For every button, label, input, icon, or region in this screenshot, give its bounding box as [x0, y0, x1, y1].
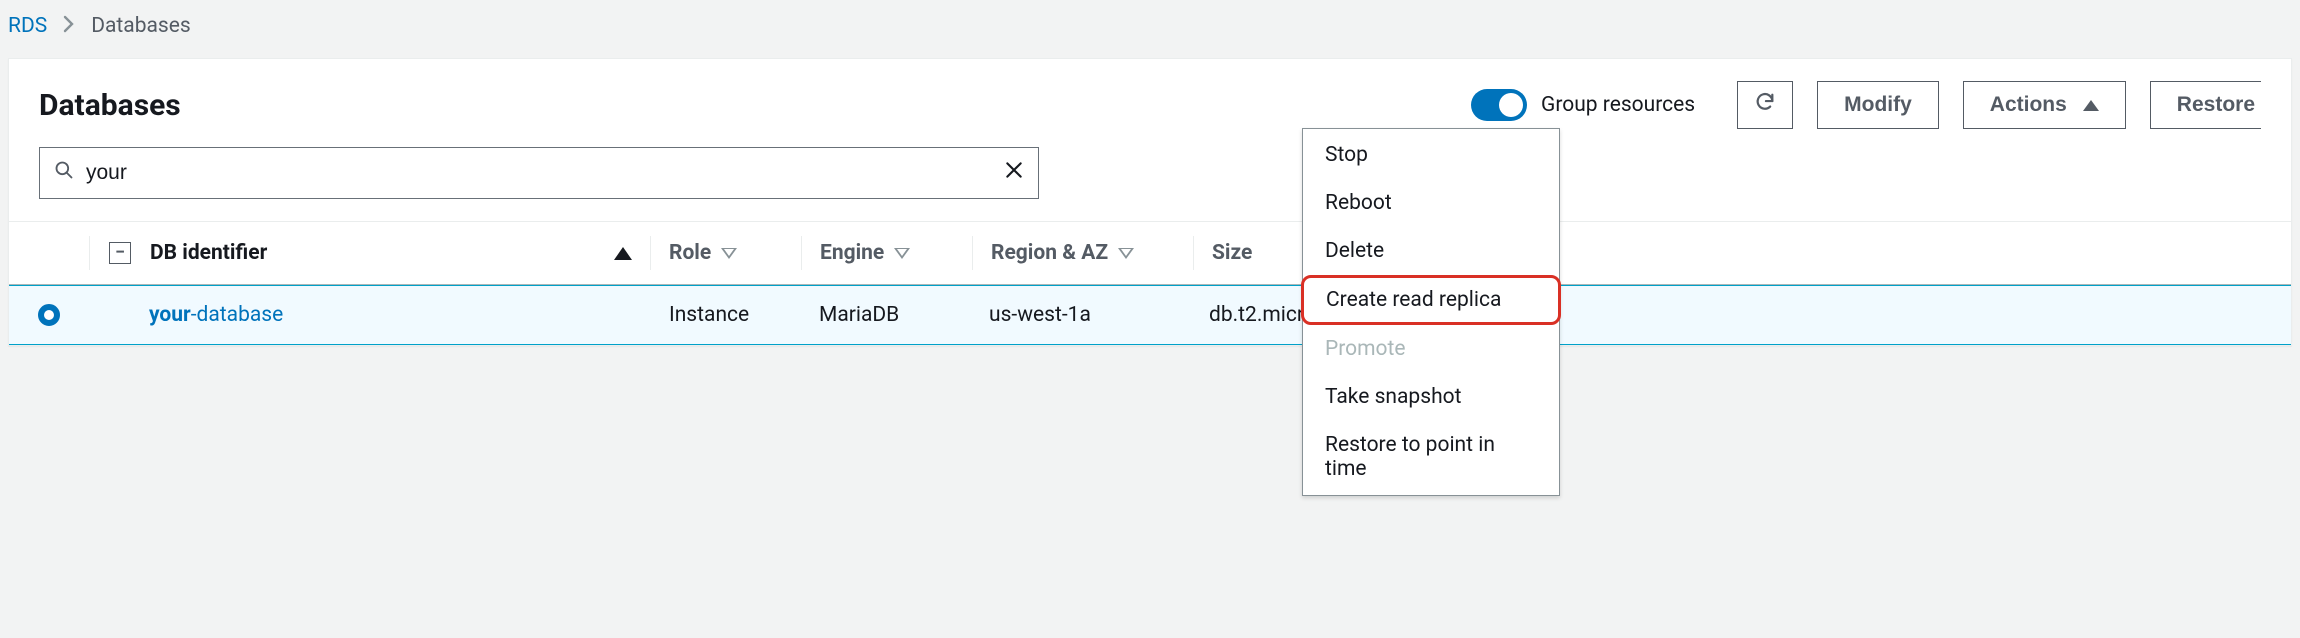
menu-item-promote: Promote: [1303, 325, 1559, 373]
sort-icon: [1118, 248, 1134, 259]
menu-item-restore-point-in-time[interactable]: Restore to point in time: [1303, 421, 1559, 493]
table-row[interactable]: your-database Instance MariaDB us-west-1…: [9, 285, 2291, 345]
actions-button-label: Actions: [1990, 93, 2067, 117]
sort-icon: [894, 248, 910, 259]
breadcrumb-current: Databases: [91, 14, 191, 38]
actions-button[interactable]: Actions: [1963, 81, 2126, 129]
chevron-right-icon: [63, 15, 75, 38]
breadcrumb: RDS Databases: [0, 0, 2300, 58]
group-resources-toggle-wrap: Group resources: [1471, 89, 1695, 121]
column-region[interactable]: Region & AZ: [973, 241, 1193, 265]
column-region-label: Region & AZ: [991, 241, 1108, 265]
cell-role: Instance: [649, 303, 799, 327]
menu-item-take-snapshot[interactable]: Take snapshot: [1303, 373, 1559, 421]
sort-icon: [721, 248, 737, 259]
group-resources-toggle[interactable]: [1471, 89, 1527, 121]
restore-button[interactable]: Restore: [2150, 81, 2261, 129]
modify-button[interactable]: Modify: [1817, 81, 1939, 129]
sort-asc-icon: [614, 247, 632, 260]
search-row: [9, 147, 2291, 221]
actions-menu: Stop Reboot Delete Create read replica P…: [1302, 128, 1560, 496]
db-id-rest: -database: [191, 303, 284, 327]
breadcrumb-root-link[interactable]: RDS: [8, 14, 47, 38]
clear-search-icon[interactable]: [1004, 160, 1024, 186]
column-expand[interactable]: −: [90, 242, 150, 264]
column-size-label: Size: [1212, 241, 1252, 265]
menu-item-stop[interactable]: Stop: [1303, 131, 1559, 179]
caret-up-icon: [2083, 100, 2099, 111]
column-engine-label: Engine: [820, 241, 884, 265]
column-role[interactable]: Role: [651, 241, 801, 265]
menu-item-create-read-replica[interactable]: Create read replica: [1301, 275, 1561, 325]
menu-item-delete[interactable]: Delete: [1303, 227, 1559, 275]
refresh-button[interactable]: [1737, 81, 1793, 129]
collapse-all-icon: −: [109, 242, 131, 264]
column-engine[interactable]: Engine: [802, 241, 972, 265]
column-db-identifier[interactable]: DB identifier: [150, 241, 650, 265]
db-link[interactable]: your-database: [149, 303, 283, 327]
radio-selected-icon: [38, 304, 60, 326]
row-select[interactable]: [9, 304, 89, 326]
search-icon: [54, 160, 74, 186]
cell-region: us-west-1a: [969, 303, 1189, 327]
column-db-identifier-label: DB identifier: [150, 241, 267, 265]
menu-item-reboot[interactable]: Reboot: [1303, 179, 1559, 227]
search-box[interactable]: [39, 147, 1039, 199]
page-title: Databases: [39, 88, 1447, 123]
group-resources-label: Group resources: [1541, 93, 1695, 117]
column-role-label: Role: [669, 241, 711, 265]
refresh-icon: [1754, 91, 1776, 119]
table-header: − DB identifier Role Engine Region & AZ …: [9, 221, 2291, 285]
db-id-match: your: [149, 303, 191, 327]
databases-panel: Databases Group resources Modify Actions…: [8, 58, 2292, 346]
search-input[interactable]: [86, 161, 992, 185]
cell-engine: MariaDB: [799, 303, 969, 327]
panel-header: Databases Group resources Modify Actions…: [9, 59, 2291, 147]
cell-db-identifier[interactable]: your-database: [149, 303, 649, 327]
